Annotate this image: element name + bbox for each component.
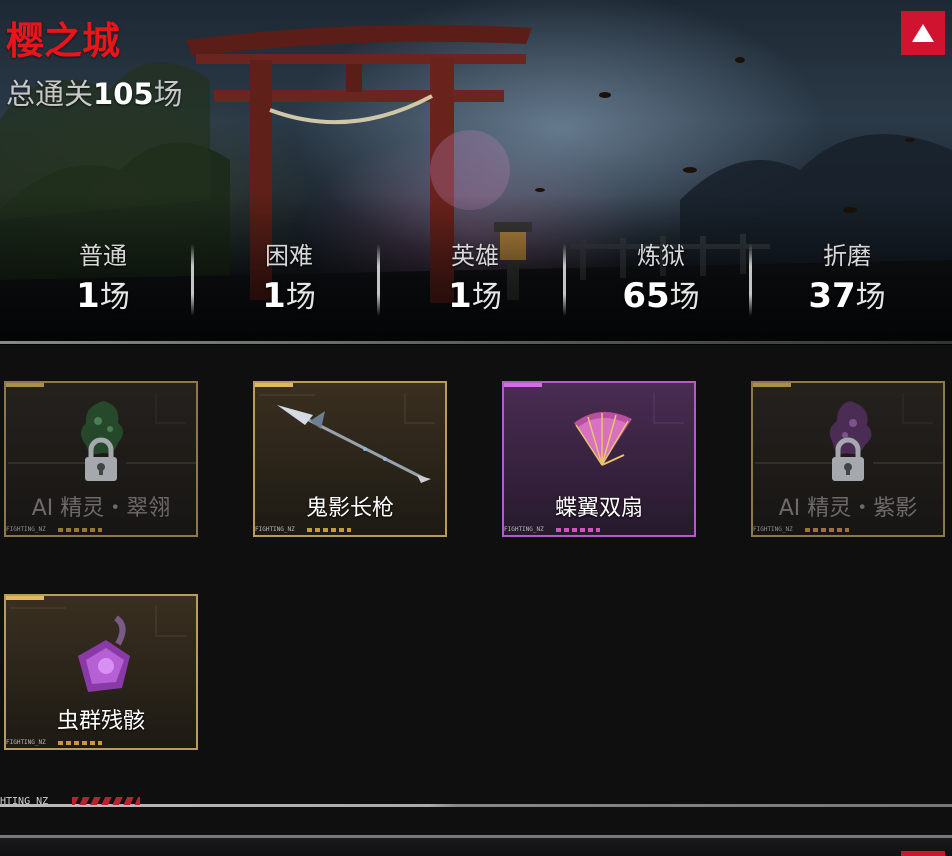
stat-purgatory: 炼狱 65场 [568,238,754,320]
stat-divider [563,244,566,316]
card-tag: FIGHTING_NZ [255,525,445,535]
stat-hero: 英雄 1场 [382,238,568,320]
card-tag: FIGHTING_NZ [753,525,943,535]
difficulty-stats: 普通 1场 困难 1场 英雄 1场 炼狱 65场 折磨 37场 [0,238,952,322]
reward-card[interactable]: AI 精灵・紫影 FIGHTING_NZ [751,381,945,537]
stat-value: 1场 [262,276,316,316]
card-tag: FIGHTING_NZ [6,738,196,748]
next-map-banner [0,838,952,856]
stat-label: 困难 [265,242,313,270]
card-tag: FIGHTING_NZ [504,525,694,535]
stat-divider [749,244,752,316]
total-prefix: 总通关 [6,77,94,111]
reward-card[interactable]: 虫群残骸 FIGHTING_NZ [4,594,198,750]
stat-label: 炼狱 [637,242,685,270]
stat-label: 普通 [79,242,127,270]
reward-name: 虫群残骸 [56,709,145,734]
footer-tag-text: HTING_NZ [0,796,49,807]
map-title: 樱之城 [6,19,121,63]
reward-name: AI 精灵・紫影 [778,496,918,521]
triangle-up-icon [912,24,934,42]
stat-divider [191,244,194,316]
stat-value: 1场 [76,276,130,316]
reward-card[interactable]: 蝶翼双扇 FIGHTING_NZ [502,381,696,537]
next-collapse-button[interactable] [901,851,945,856]
stat-value: 1场 [448,276,502,316]
footer-rule [0,804,952,807]
card-tag: FIGHTING_NZ [6,525,196,535]
lock-icon [832,437,864,481]
stat-label: 英雄 [451,242,499,270]
reward-name: AI 精灵・翠翎 [31,496,171,521]
stat-value: 37场 [808,276,886,316]
total-count: 105 [93,77,154,111]
total-clears: 总通关105场 [6,74,183,114]
total-suffix: 场 [153,77,183,111]
footer-stripes [72,797,140,805]
stat-label: 折磨 [823,242,871,270]
collapse-button[interactable] [901,11,945,55]
stat-torment: 折磨 37场 [754,238,940,320]
reward-name: 鬼影长枪 [305,496,394,521]
stat-hard: 困难 1场 [196,238,382,320]
reward-name: 蝶翼双扇 [554,496,643,521]
stat-normal: 普通 1场 [10,238,196,320]
section-footer-tag: HTING_NZ [0,796,952,808]
map-banner: 樱之城 总通关105场 普通 1场 困难 1场 英雄 1场 炼狱 65场 折磨 … [0,0,952,345]
banner-bottom-rule [0,341,952,344]
stat-divider [377,244,380,316]
reward-card[interactable]: AI 精灵・翠翎 FIGHTING_NZ [4,381,198,537]
lock-icon [85,437,117,481]
reward-card[interactable]: 鬼影长枪 FIGHTING_NZ [253,381,447,537]
stat-value: 65场 [622,276,700,316]
